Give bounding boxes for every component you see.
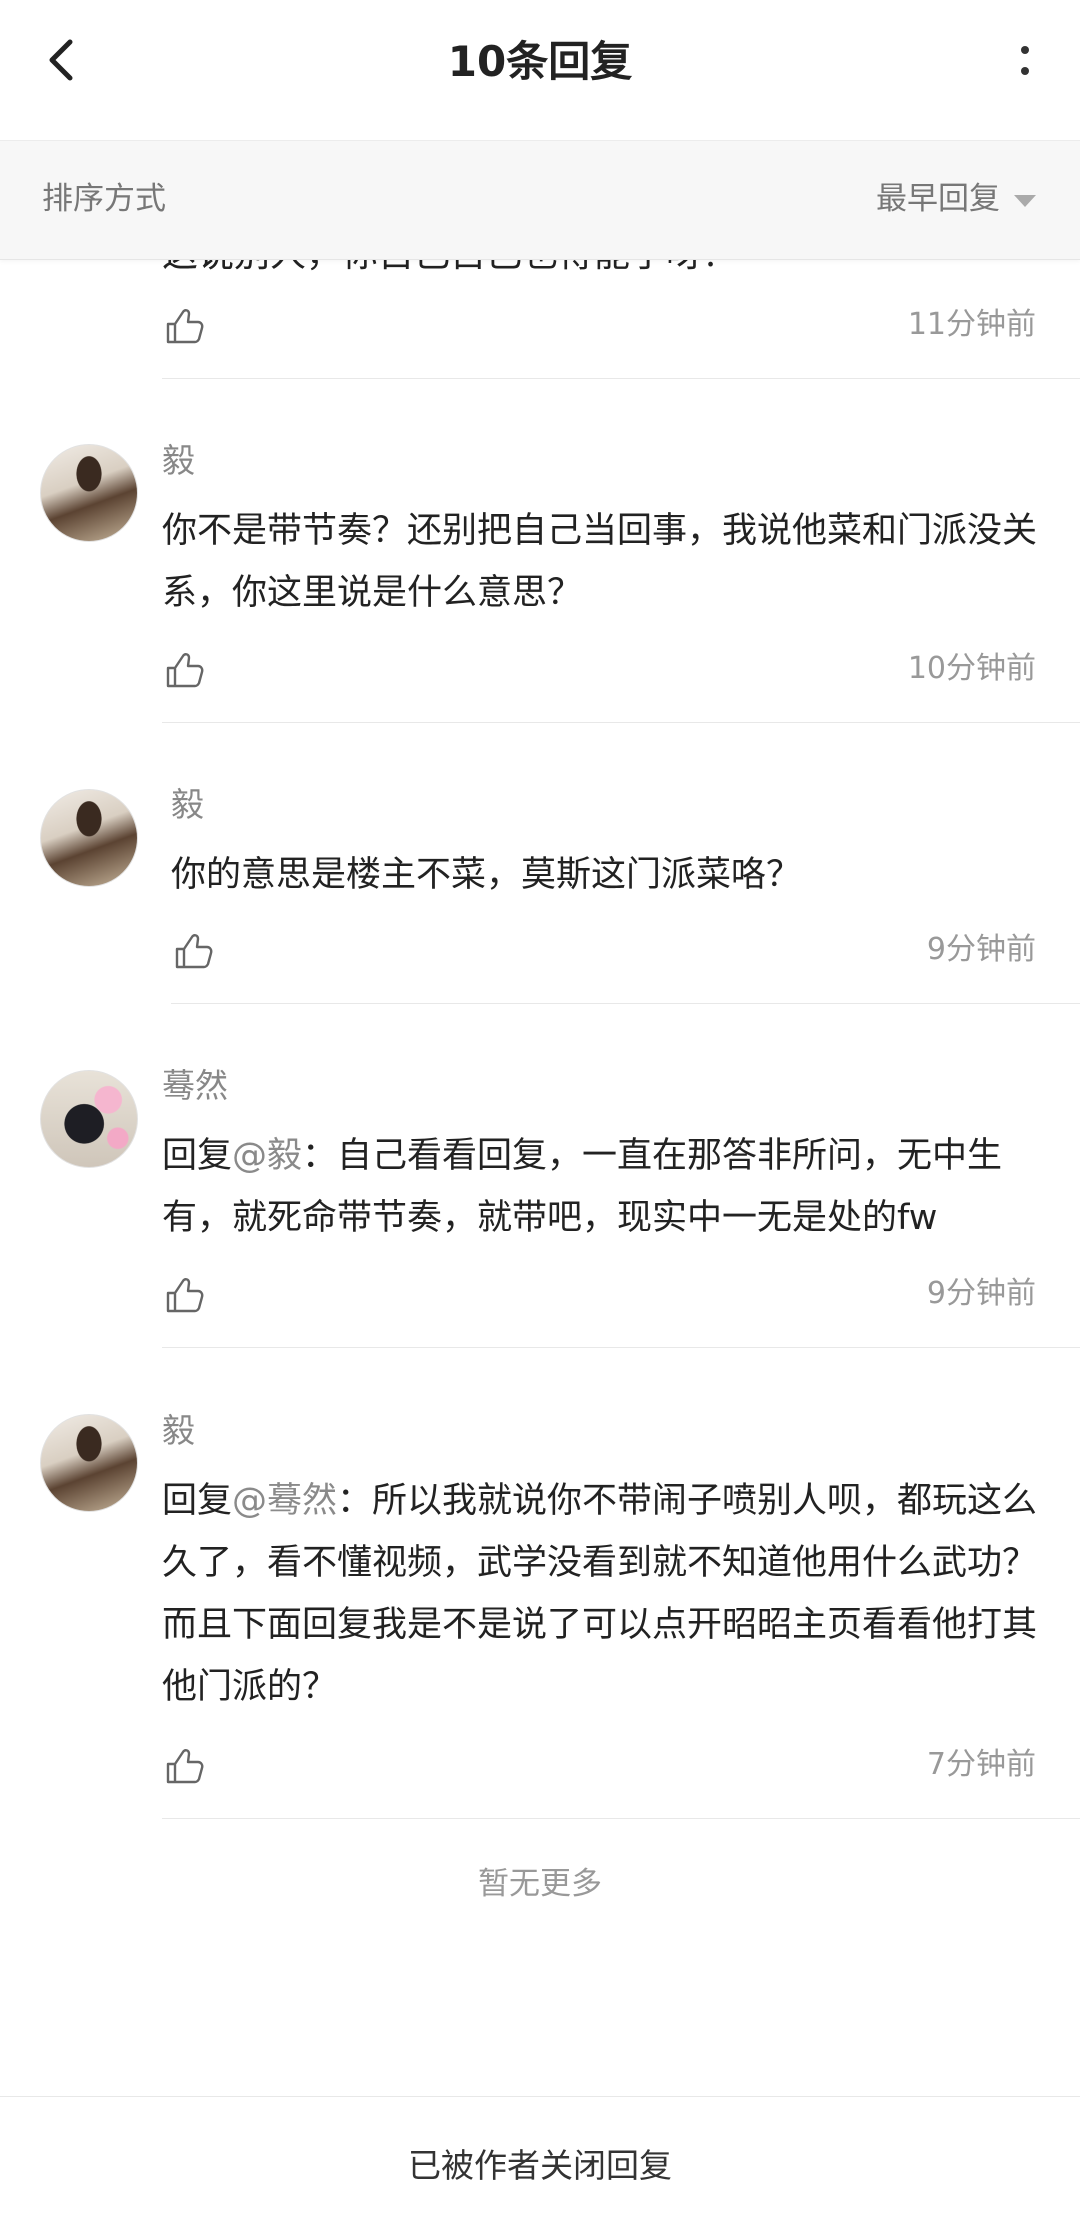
page-title: 10条回复 (447, 37, 633, 86)
avatar[interactable] (40, 444, 138, 542)
reply-content: 回复@毅：自己看看回复，一直在那答非所问，无中生有，就死命带节奏，就带吧，现实中… (162, 1125, 1042, 1249)
divider (171, 1003, 1080, 1004)
bottom-bar: 已被作者关闭回复 (0, 2096, 1080, 2236)
top-bar: 10条回复 (0, 0, 1080, 141)
author-name[interactable]: 毅 (171, 782, 204, 828)
reply-time: 10分钟前 (907, 651, 1036, 686)
author-name[interactable]: 毅 (162, 438, 195, 484)
reply-time: 9分钟前 (926, 932, 1036, 967)
reply-time: 9分钟前 (926, 1276, 1036, 1311)
reply-content: 你不是带节奏？还别把自己当回事，我说他菜和门派没关系，你这里说是什么意思？ (162, 511, 1038, 613)
more-options-button[interactable] (1010, 38, 1040, 88)
sort-label: 排序方式 (42, 181, 166, 217)
reply-prefix: 回复 (162, 1481, 233, 1521)
sort-dropdown[interactable]: 最早回复 (876, 177, 1000, 221)
more-vertical-icon (1021, 46, 1029, 75)
reply-content: 回复@蓦然：所以我就说你不带闹子喷别人呗，都玩这么久了，看不懂视频，武学没看到就… (162, 1470, 1042, 1718)
divider (162, 722, 1080, 723)
author-name[interactable]: 蓦然 (162, 1063, 228, 1109)
avatar[interactable] (40, 1070, 138, 1168)
divider (162, 1818, 1080, 1819)
divider (162, 378, 1080, 379)
no-more-text: 暂无更多 (478, 1866, 602, 1902)
author-name[interactable]: 毅 (162, 1408, 195, 1454)
sort-bar: 排序方式 最早回复 (0, 141, 1080, 260)
caret-down-icon[interactable] (1014, 195, 1036, 207)
reply-list[interactable]: 这说别人，你自己自己也得能了呀？ 11分钟前 毅 你不是带节奏？还别把自己当回事… (0, 0, 1080, 2100)
thumbs-up-icon[interactable] (162, 1744, 206, 1788)
thumbs-up-icon[interactable] (171, 929, 215, 973)
thumbs-up-icon[interactable] (162, 1273, 206, 1317)
reply-time: 7分钟前 (926, 1747, 1036, 1782)
reply-content: 你的意思是楼主不菜，莫斯这门派菜咯？ (171, 855, 802, 895)
divider (162, 1347, 1080, 1348)
avatar[interactable] (40, 1414, 138, 1512)
avatar[interactable] (40, 789, 138, 887)
reply-prefix: 回复 (162, 1136, 233, 1176)
replies-closed-notice: 已被作者关闭回复 (408, 2146, 672, 2185)
mention-link[interactable]: @蓦然 (232, 1481, 337, 1521)
thumbs-up-icon[interactable] (162, 304, 206, 348)
thumbs-up-icon[interactable] (162, 648, 206, 692)
reply-time: 11分钟前 (907, 307, 1036, 342)
mention-link[interactable]: @毅 (232, 1136, 302, 1176)
